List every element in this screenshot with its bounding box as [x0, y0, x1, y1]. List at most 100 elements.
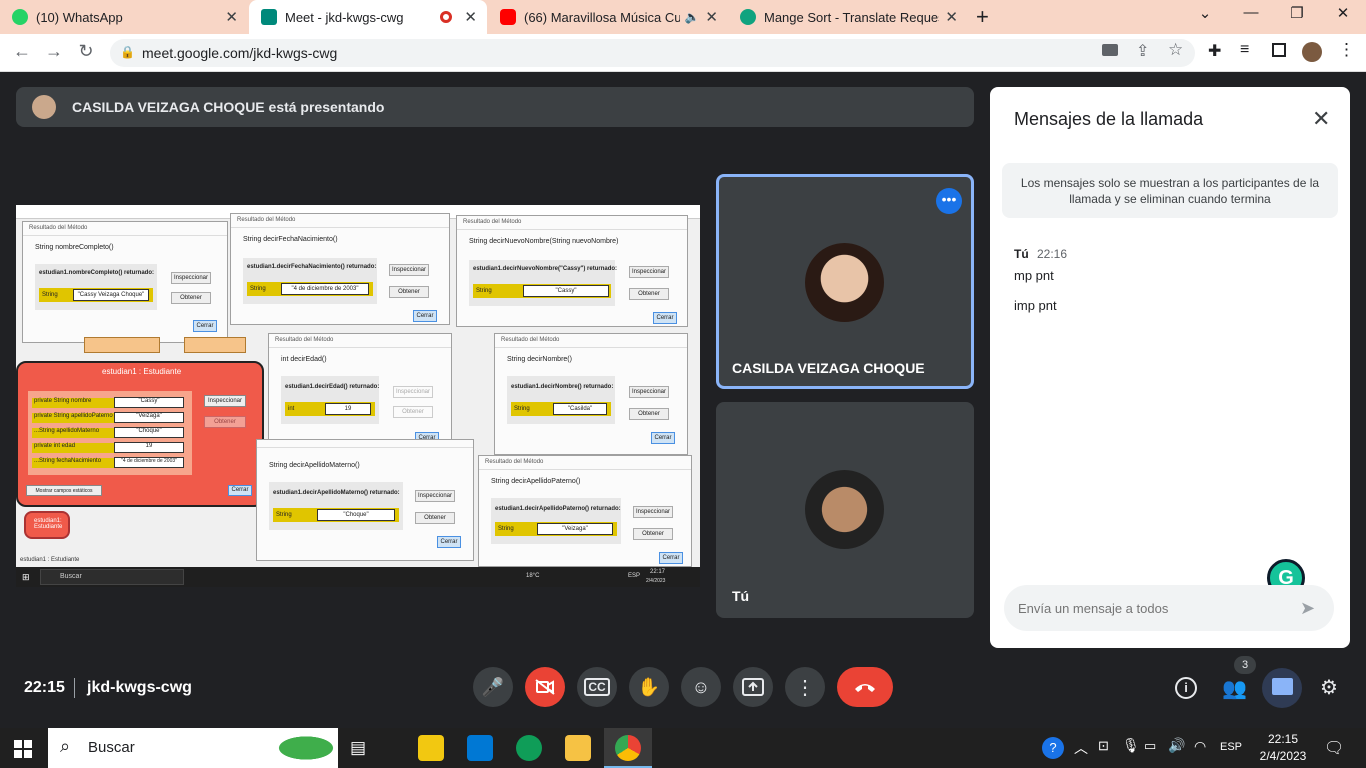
- raise-hand-button[interactable]: ✋: [629, 667, 669, 707]
- present-button[interactable]: [733, 667, 773, 707]
- inspect-button[interactable]: Inspeccionar: [633, 506, 673, 518]
- more-icon[interactable]: ⋮: [1338, 40, 1355, 60]
- close-button[interactable]: Cerrar: [651, 432, 675, 444]
- profile-avatar[interactable]: [1302, 42, 1322, 62]
- tab-youtube[interactable]: (66) Maravillosa Música Cura 🔈 ✕: [488, 0, 728, 34]
- back-button[interactable]: ←: [10, 41, 34, 62]
- inspect-button[interactable]: Inspeccionar: [415, 490, 455, 502]
- get-button[interactable]: Obtener: [204, 416, 246, 428]
- get-button[interactable]: Obtener: [389, 286, 429, 298]
- people-icon[interactable]: 👥: [1222, 676, 1247, 701]
- tab-meet[interactable]: Meet - jkd-kwgs-cwg ✕: [249, 0, 487, 34]
- get-button[interactable]: Obtener: [393, 406, 433, 418]
- url-text[interactable]: meet.google.com/jkd-kwgs-cwg: [142, 45, 337, 61]
- status-bar: estudian1 : Estudiante: [20, 557, 80, 563]
- close-button[interactable]: Cerrar: [437, 536, 461, 548]
- share-icon[interactable]: ⇪: [1136, 41, 1149, 61]
- meet-now-icon[interactable]: ⊡: [1098, 738, 1109, 754]
- class-box: [84, 337, 160, 353]
- restore-button[interactable]: ❐: [1282, 4, 1312, 22]
- volume-icon[interactable]: 🔊: [1168, 737, 1185, 754]
- search-highlight-image: [264, 730, 334, 766]
- tab-whatsapp[interactable]: (10) WhatsApp ✕: [0, 0, 248, 34]
- new-tab-button[interactable]: +: [976, 4, 989, 30]
- camera-icon[interactable]: [1102, 44, 1118, 56]
- taskbar-time[interactable]: 22:15: [1258, 732, 1308, 746]
- microphone-button[interactable]: 🎤: [473, 667, 513, 707]
- meeting-code: jkd-kwgs-cwg: [87, 679, 192, 696]
- close-button[interactable]: Cerrar: [228, 485, 252, 496]
- end-call-icon: [855, 684, 875, 692]
- close-button[interactable]: Cerrar: [193, 320, 217, 332]
- youtube-icon: [500, 9, 516, 25]
- call-text: estudian1.decirApellidoPaterno() returna…: [495, 506, 621, 512]
- meeting-time: 22:15: [24, 679, 65, 696]
- help-icon[interactable]: ?: [1042, 737, 1064, 759]
- media-icon[interactable]: ≡: [1240, 41, 1249, 59]
- get-button[interactable]: Obtener: [629, 408, 669, 420]
- task-view-icon[interactable]: ▤: [350, 738, 366, 758]
- inspect-button[interactable]: Inspeccionar: [171, 272, 211, 284]
- file-explorer-icon[interactable]: [565, 735, 591, 761]
- window-close-button[interactable]: ✕: [1328, 4, 1358, 22]
- close-button[interactable]: Cerrar: [413, 310, 437, 322]
- shared-screen: Resultado del Método String nombreComple…: [16, 205, 700, 587]
- call-text: estudian1.nombreCompleto() returnado:: [39, 270, 155, 276]
- speaker-icon[interactable]: 🔈: [684, 10, 699, 24]
- close-button[interactable]: Cerrar: [659, 552, 683, 564]
- close-icon[interactable]: ✕: [464, 8, 477, 26]
- language-indicator[interactable]: ESP: [1220, 741, 1242, 753]
- tab-search-icon[interactable]: ⌄: [1190, 4, 1220, 22]
- wifi-icon[interactable]: ◠: [1194, 738, 1206, 755]
- close-icon[interactable]: ✕: [225, 8, 238, 26]
- divider: [74, 678, 75, 698]
- more-options-button[interactable]: ⋮: [785, 667, 825, 707]
- reload-button[interactable]: ↻: [74, 41, 98, 62]
- get-button[interactable]: Obtener: [629, 288, 669, 300]
- edge-icon[interactable]: [516, 735, 542, 761]
- inspect-button[interactable]: Inspeccionar: [204, 395, 246, 407]
- info-icon[interactable]: i: [1175, 677, 1197, 699]
- chat-message-input[interactable]: [1018, 597, 1288, 619]
- get-button[interactable]: Obtener: [415, 512, 455, 524]
- bookmark-star-icon[interactable]: ☆: [1168, 40, 1183, 60]
- inspect-button[interactable]: Inspeccionar: [629, 386, 669, 398]
- taskbar-date[interactable]: 2/4/2023: [1254, 749, 1312, 763]
- battery-icon[interactable]: ▭: [1144, 738, 1156, 754]
- close-button[interactable]: Cerrar: [653, 312, 677, 324]
- minimize-button[interactable]: —: [1236, 4, 1266, 21]
- captions-button[interactable]: CC: [577, 667, 617, 707]
- get-button[interactable]: Obtener: [171, 292, 211, 304]
- mic-tray-icon[interactable]: 🎙: [1122, 737, 1140, 754]
- close-icon[interactable]: ✕: [945, 8, 958, 26]
- object-bench-item[interactable]: estudian1: Estudiante: [24, 511, 70, 539]
- mail-icon[interactable]: [467, 735, 493, 761]
- show-static-fields-button[interactable]: Mostrar campos estáticos: [26, 485, 102, 496]
- inspect-button[interactable]: Inspeccionar: [389, 264, 429, 276]
- camera-off-button[interactable]: [525, 667, 565, 707]
- emoji-button[interactable]: ☺: [681, 667, 721, 707]
- inspect-button[interactable]: Inspeccionar: [629, 266, 669, 278]
- tab-title: Mange Sort - Translate Request: [764, 9, 940, 25]
- tab-chatgpt[interactable]: Mange Sort - Translate Request ✕: [728, 0, 968, 34]
- forward-button[interactable]: →: [42, 41, 66, 62]
- activities-icon[interactable]: ⚙: [1320, 675, 1338, 700]
- more-options-icon[interactable]: •••: [936, 188, 962, 214]
- call-text: estudian1.decirApellidoMaterno() returna…: [273, 490, 400, 496]
- inner-start-icon: ⊞: [22, 572, 30, 582]
- close-icon[interactable]: ✕: [705, 8, 718, 26]
- side-panel-icon[interactable]: [1272, 43, 1286, 57]
- store-icon[interactable]: [418, 735, 444, 761]
- start-button[interactable]: [14, 740, 32, 758]
- notifications-icon[interactable]: 🗨: [1324, 738, 1344, 758]
- inspect-button[interactable]: Inspeccionar: [393, 386, 433, 398]
- get-button[interactable]: Obtener: [633, 528, 673, 540]
- method-result-window: String decirApellidoMaterno() estudian1.…: [256, 439, 474, 561]
- leave-call-button[interactable]: [837, 667, 893, 707]
- extensions-icon[interactable]: ✚: [1208, 41, 1221, 61]
- close-chat-icon[interactable]: ✕: [1312, 106, 1330, 132]
- send-icon[interactable]: ➤: [1300, 598, 1315, 619]
- method-result-window: Resultado del Método String decirNuevoNo…: [456, 215, 688, 327]
- show-hidden-icons[interactable]: ︿: [1074, 738, 1088, 758]
- presenter-avatar: [32, 95, 56, 119]
